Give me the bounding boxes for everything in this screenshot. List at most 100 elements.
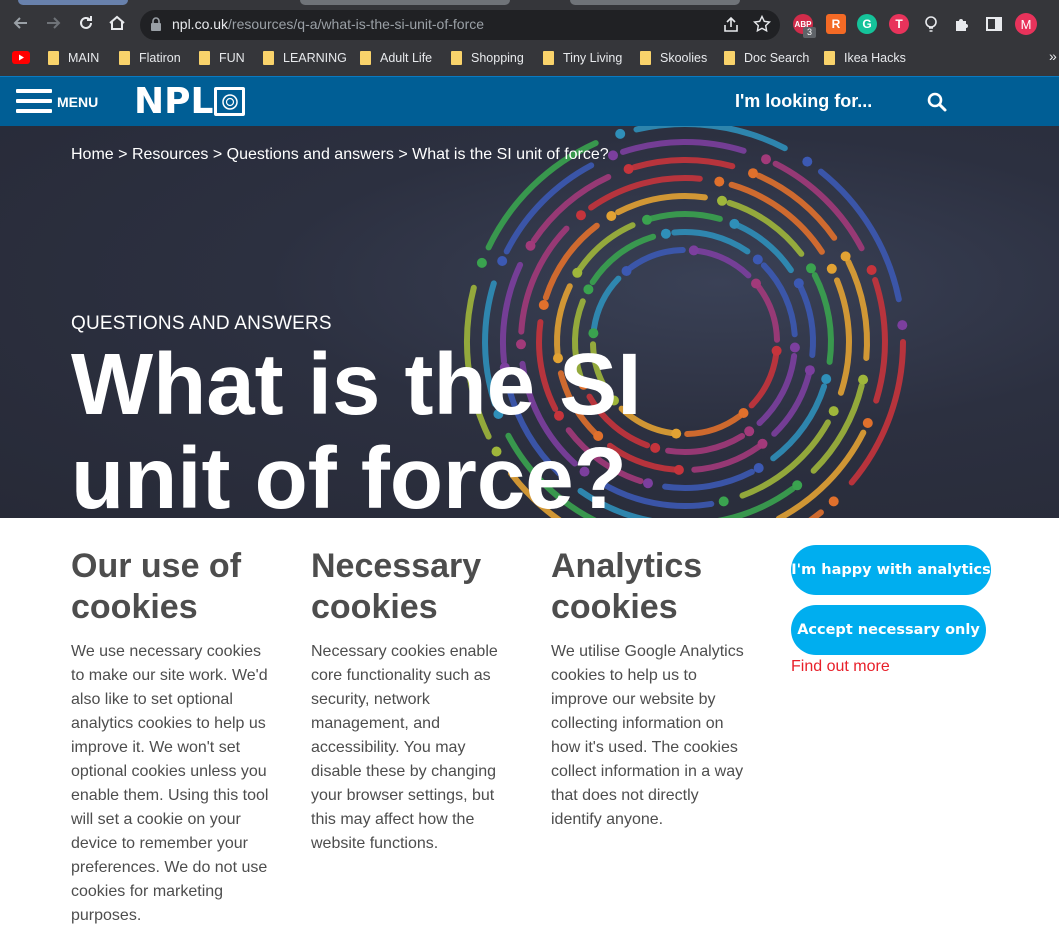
folder-icon <box>451 51 462 65</box>
bookmark-label: Ikea Hacks <box>844 51 906 65</box>
breadcrumb-resources[interactable]: Resources <box>132 146 208 163</box>
bookmark-item[interactable]: Doc Search <box>724 50 809 66</box>
ring-dot <box>792 480 803 491</box>
menu-label[interactable]: MENU <box>57 94 98 110</box>
ring-dot <box>476 257 487 268</box>
share-icon[interactable] <box>722 16 740 39</box>
folder-icon <box>360 51 371 65</box>
ring-arc <box>631 157 736 171</box>
ring-arc <box>695 248 752 279</box>
bookmark-item[interactable]: LEARNING <box>263 50 347 66</box>
sidepanel-icon[interactable] <box>984 14 1004 34</box>
ring-dot <box>826 263 837 274</box>
folder-icon <box>824 51 835 65</box>
bookmarks-overflow-icon[interactable]: » <box>1049 48 1057 64</box>
cookie-column-necessary: Necessary cookies Necessary cookies enab… <box>311 546 506 856</box>
folder-icon <box>119 51 130 65</box>
ring-dot <box>497 256 508 266</box>
ring-arc <box>591 275 622 332</box>
ring-dot <box>761 154 771 165</box>
ring-dot <box>744 426 755 437</box>
bookmark-item[interactable]: Tiny Living <box>543 50 622 66</box>
lock-icon <box>150 17 162 31</box>
folder-icon <box>48 51 59 65</box>
bookmark-item[interactable]: FUN <box>199 50 245 66</box>
ring-dot <box>538 300 549 310</box>
extensions-puzzle-icon[interactable] <box>952 14 972 34</box>
ring-arc <box>872 277 888 404</box>
bookmark-label: Doc Search <box>744 51 810 65</box>
ring-arc <box>811 272 834 365</box>
bookmark-item[interactable]: Skoolies <box>640 50 707 66</box>
breadcrumb-current: What is the SI unit of force? <box>412 146 609 163</box>
tab-edge <box>570 0 740 5</box>
tab-edge <box>300 0 510 5</box>
reload-icon[interactable] <box>75 12 97 34</box>
ring-dot <box>802 156 813 167</box>
cookie-text: We utilise Google Analytics cookies to h… <box>551 643 744 828</box>
bookmark-item[interactable]: Adult Life <box>360 50 432 66</box>
cookie-banner: Our use of cookies We use necessary cook… <box>0 518 1059 947</box>
ring-arc <box>739 419 831 499</box>
breadcrumb-questions[interactable]: Questions and answers <box>227 146 394 163</box>
cookie-column-usage: Our use of cookies We use necessary cook… <box>71 546 271 928</box>
ring-arc <box>620 139 747 155</box>
ring-arc <box>728 181 825 255</box>
bulb-icon[interactable] <box>921 14 941 34</box>
hero-banner: Home > Resources > Questions and answers… <box>0 126 1059 518</box>
url-text[interactable]: npl.co.uk/resources/q-a/what-is-the-si-u… <box>172 16 484 32</box>
page-eyebrow: QUESTIONS AND ANSWERS <box>71 313 332 334</box>
profile-avatar[interactable]: M <box>1015 13 1037 35</box>
bookmark-item[interactable]: Flatiron <box>119 50 181 66</box>
accept-necessary-button[interactable]: Accept necessary only <box>791 605 986 655</box>
back-icon[interactable] <box>10 12 32 34</box>
site-header: MENU NPL I'm looking for... <box>0 76 1059 126</box>
search-prompt[interactable]: I'm looking for... <box>735 91 872 112</box>
folder-icon <box>543 51 554 65</box>
ring-arc <box>834 277 852 396</box>
rakuten-icon[interactable]: R <box>826 14 846 34</box>
ring-arc <box>756 284 780 343</box>
cookie-text: Necessary cookies enable core functional… <box>311 643 498 852</box>
npl-logo[interactable]: NPL <box>134 81 213 122</box>
ring-arc <box>848 339 906 486</box>
forward-icon[interactable] <box>42 12 64 34</box>
bookmark-label: MAIN <box>68 51 100 65</box>
bookmark-item[interactable]: MAIN <box>48 50 99 66</box>
bookmark-item[interactable]: Ikea Hacks <box>824 50 906 66</box>
bookmark-item[interactable]: Shopping <box>451 50 524 66</box>
ring-dot <box>606 211 617 221</box>
page-title-line: unit of force? <box>71 430 627 519</box>
ring-dot <box>821 374 832 384</box>
bookmark-label: Adult Life <box>380 51 433 65</box>
youtube-icon[interactable] <box>12 51 30 64</box>
bookmark-star-icon[interactable] <box>752 14 772 38</box>
cookie-text: We use necessary cookies to make our sit… <box>71 643 269 924</box>
ring-dot <box>583 284 594 295</box>
breadcrumb-home[interactable]: Home <box>71 146 114 163</box>
ring-dot <box>753 463 764 473</box>
folder-icon <box>199 51 210 65</box>
bookmark-label: Tiny Living <box>563 51 623 65</box>
url-host: npl.co.uk <box>172 16 229 32</box>
bookmark-label: Shopping <box>471 51 524 65</box>
ring-dot <box>806 263 816 274</box>
search-icon[interactable] <box>926 91 948 113</box>
menu-hamburger-icon[interactable] <box>16 89 52 113</box>
ring-dot <box>897 320 908 331</box>
home-icon[interactable] <box>106 12 128 34</box>
ring-arc <box>648 211 723 222</box>
npl-crest-icon <box>214 87 245 116</box>
ring-arc <box>797 284 816 358</box>
todoist-icon[interactable]: T <box>889 14 909 34</box>
ring-dot <box>862 418 873 428</box>
ring-dot <box>866 265 877 275</box>
page-title-line: What is the SI <box>71 336 642 433</box>
ring-arc <box>755 172 838 241</box>
find-out-more-link[interactable]: Find out more <box>791 658 890 676</box>
ring-arc <box>748 352 779 409</box>
grammarly-icon[interactable]: G <box>857 14 877 34</box>
bookmark-label: Flatiron <box>139 51 181 65</box>
ring-arc <box>615 193 708 216</box>
accept-analytics-button[interactable]: I'm happy with analytics <box>791 545 991 595</box>
